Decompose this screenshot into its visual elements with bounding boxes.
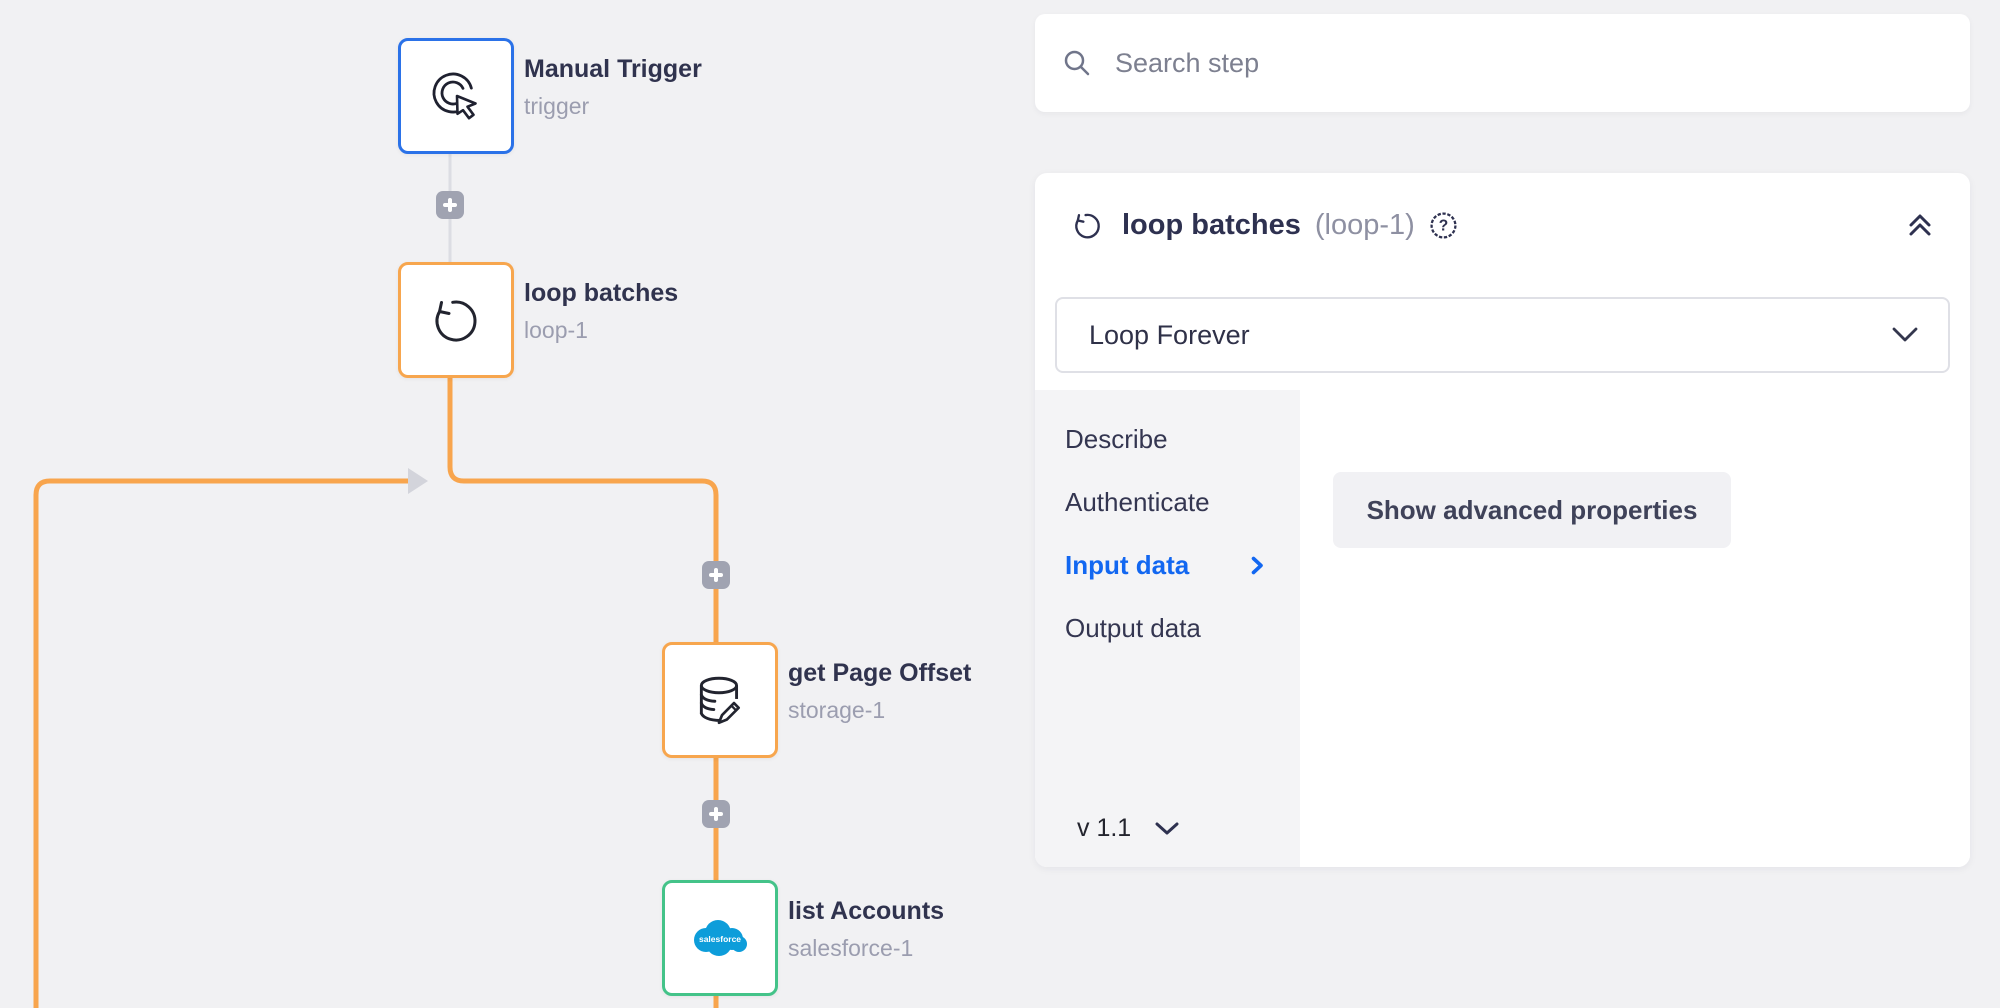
node-manual-trigger[interactable] [398,38,514,154]
tab-describe[interactable]: Describe [1035,408,1300,471]
panel-title: loop batches [1122,209,1301,242]
node-title: Manual Trigger [524,54,702,84]
loop-type-dropdown[interactable]: Loop Forever [1055,297,1950,373]
svg-text:?: ? [1439,217,1448,234]
panel-header: loop batches (loop-1) ? [1035,173,1970,277]
add-step-button[interactable] [702,800,730,828]
search-icon [1063,49,1091,77]
tab-output-data[interactable]: Output data [1035,597,1300,660]
connector-loop-to-storage [450,370,716,644]
node-subtitle: trigger [524,93,702,120]
node-title: get Page Offset [788,658,971,688]
search-input[interactable] [1113,47,1942,80]
panel-step-id: (loop-1) [1315,209,1415,242]
loopback-arrow-icon [408,468,428,494]
node-subtitle: storage-1 [788,697,971,724]
chevron-down-icon [1892,327,1918,343]
chevron-right-icon [1251,556,1264,575]
add-step-button[interactable] [436,191,464,219]
loop-icon [428,292,484,348]
add-step-button[interactable] [702,561,730,589]
node-title: loop batches [524,278,678,308]
node-subtitle: loop-1 [524,317,678,344]
loop-type-value: Loop Forever [1089,320,1892,351]
manual-trigger-icon [428,68,484,124]
version-label: v 1.1 [1077,814,1131,843]
chevron-down-icon [1155,822,1179,836]
input-data-content: Show advanced properties [1300,390,1970,867]
version-selector[interactable]: v 1.1 [1077,814,1179,843]
node-title: list Accounts [788,896,944,926]
loop-icon [1071,209,1104,242]
salesforce-icon: salesforce [687,913,753,963]
panel-body: Describe Authenticate Input data Output … [1035,390,1970,867]
node-loop-batches[interactable] [398,262,514,378]
help-icon[interactable]: ? [1429,211,1458,240]
connector-loopback [36,481,410,1008]
svg-text:salesforce: salesforce [699,934,741,944]
step-properties-panel: loop batches (loop-1) ? Loop Forever [1035,173,1970,867]
step-search-bar [1035,14,1970,112]
tab-input-data[interactable]: Input data [1035,534,1300,597]
node-list-accounts[interactable]: salesforce [662,880,778,996]
collapse-icon[interactable] [1904,209,1936,241]
workflow-builder: Manual Trigger trigger loop batches loop… [0,0,2000,1008]
panel-tab-column: Describe Authenticate Input data Output … [1035,390,1300,867]
node-subtitle: salesforce-1 [788,935,944,962]
node-get-page-offset[interactable] [662,642,778,758]
tab-authenticate[interactable]: Authenticate [1035,471,1300,534]
show-advanced-properties-button[interactable]: Show advanced properties [1333,472,1731,548]
storage-edit-icon [691,671,749,729]
